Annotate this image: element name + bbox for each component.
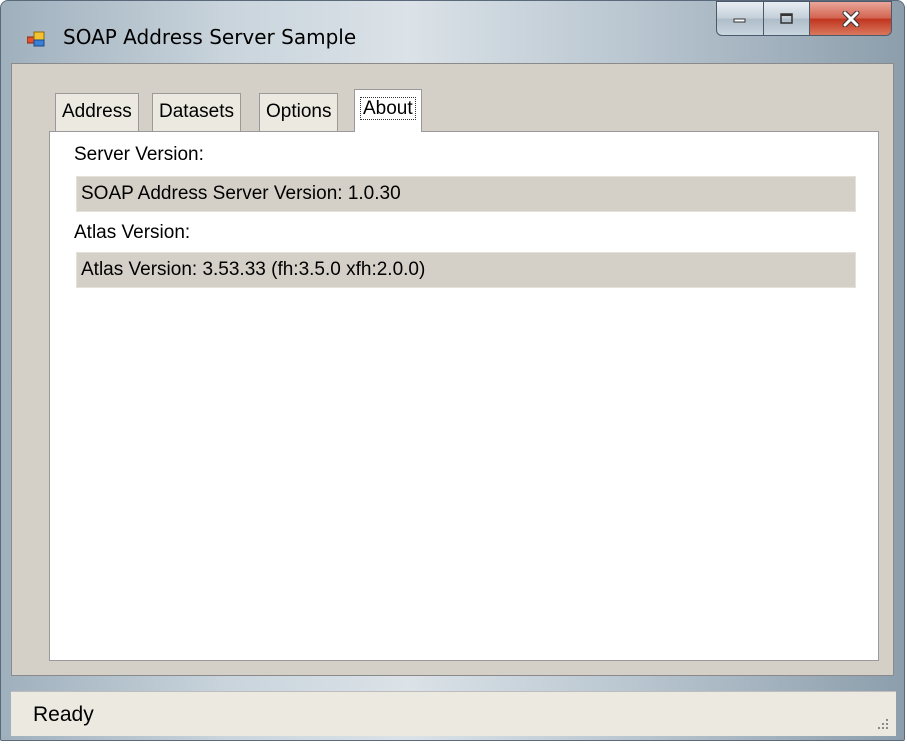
atlas-version-field[interactable]: Atlas Version: 3.53.33 (fh:3.5.0 xfh:2.0…	[76, 252, 856, 288]
tab-label: Options	[266, 101, 332, 122]
application-window: SOAP Address Server Sample Address Datas…	[0, 0, 905, 741]
window-title: SOAP Address Server Sample	[63, 25, 357, 49]
status-text: Ready	[33, 703, 94, 726]
server-version-label: Server Version:	[74, 144, 204, 165]
tab-label: About	[360, 97, 416, 120]
application-icon[interactable]	[27, 31, 45, 47]
about-panel: Server Version: SOAP Address Server Vers…	[49, 131, 879, 661]
close-icon	[842, 10, 859, 27]
atlas-version-label: Atlas Version:	[74, 222, 191, 243]
resize-grip-icon[interactable]	[876, 717, 890, 731]
minimize-icon	[733, 18, 746, 22]
tab-label: Datasets	[159, 101, 234, 122]
tab-about[interactable]: About	[354, 89, 422, 132]
title-bar[interactable]: SOAP Address Server Sample	[1, 1, 904, 63]
caption-buttons	[716, 1, 892, 37]
server-version-field[interactable]: SOAP Address Server Version: 1.0.30	[76, 176, 856, 212]
maximize-icon	[779, 12, 793, 24]
minimize-button[interactable]	[716, 1, 764, 36]
maximize-button[interactable]	[764, 1, 810, 36]
close-button[interactable]	[810, 1, 892, 36]
status-bar: Ready	[11, 691, 896, 736]
tab-datasets[interactable]: Datasets	[152, 93, 241, 131]
tab-options[interactable]: Options	[259, 93, 339, 131]
tab-label: Address	[62, 101, 132, 122]
tab-address[interactable]: Address	[55, 93, 139, 131]
